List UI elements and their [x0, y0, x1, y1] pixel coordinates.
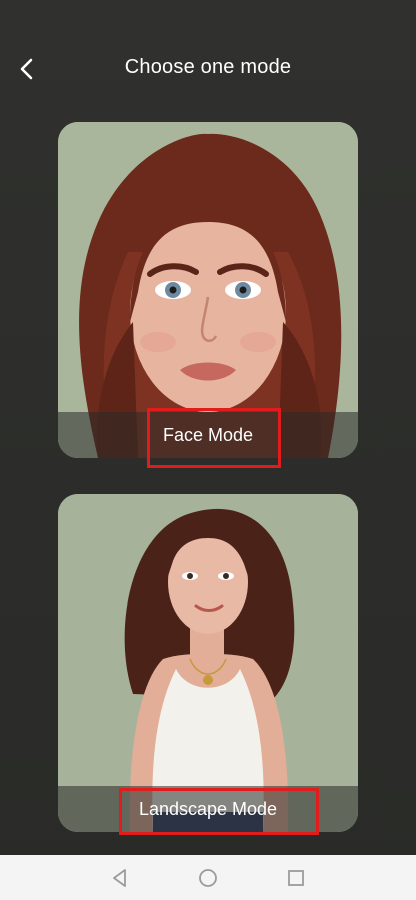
- header: Choose one mode: [0, 0, 416, 140]
- nav-home-button[interactable]: [196, 866, 220, 890]
- square-recents-icon: [288, 870, 304, 886]
- landscape-mode-label: Landscape Mode: [138, 798, 278, 819]
- page-title: Choose one mode: [124, 56, 292, 78]
- system-navigation-bar: [0, 855, 416, 900]
- face-mode-card[interactable]: Face Mode: [58, 122, 358, 458]
- circle-home-icon: [199, 869, 217, 887]
- face-mode-label: Face Mode: [162, 424, 254, 445]
- portrait-face-cartoon-image: [58, 122, 358, 458]
- landscape-mode-card[interactable]: Landscape Mode: [58, 494, 358, 832]
- portrait-full-body-cartoon-image: [58, 494, 358, 832]
- landscape-mode-label-bar: Landscape Mode: [58, 786, 358, 832]
- triangle-back-icon: [113, 869, 126, 887]
- nav-recents-button[interactable]: [284, 866, 308, 890]
- face-mode-label-bar: Face Mode: [58, 412, 358, 458]
- nav-back-button[interactable]: [108, 866, 132, 890]
